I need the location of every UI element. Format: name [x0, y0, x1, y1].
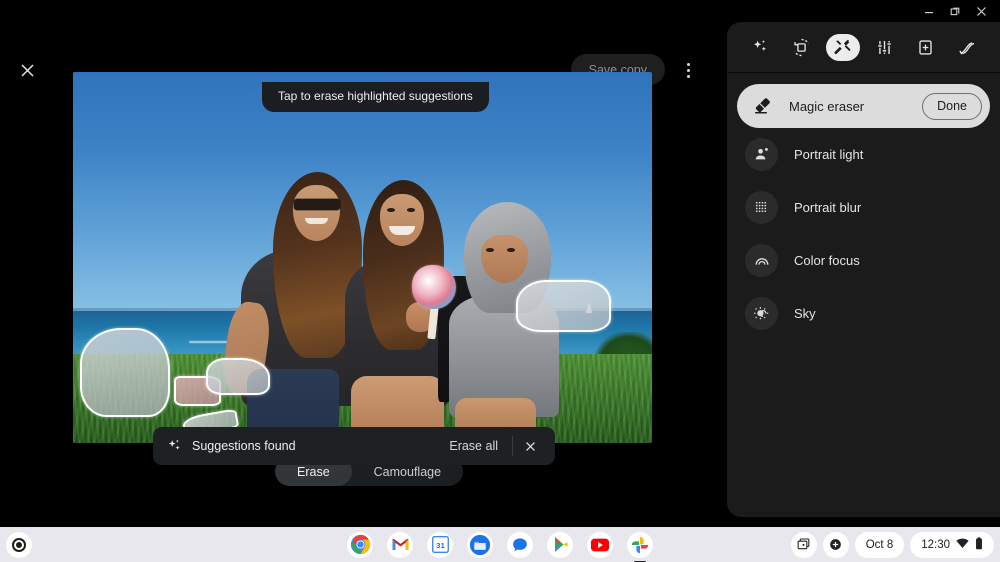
- photo-lollipop: [412, 265, 456, 310]
- tool-portrait-blur[interactable]: Portrait blur: [727, 181, 1000, 234]
- done-button[interactable]: Done: [922, 93, 982, 120]
- eraser-icon: [749, 93, 775, 119]
- shelf-app-gmail[interactable]: [387, 532, 413, 558]
- portrait-blur-icon: [745, 191, 778, 224]
- svg-text:31: 31: [436, 541, 445, 550]
- window-titlebar: [0, 0, 1000, 22]
- photo-subject-woman-mid-eye-left: [387, 208, 396, 212]
- tools-panel: Magic eraser Done Portrait light: [727, 22, 1000, 517]
- tab-crop[interactable]: [784, 34, 818, 61]
- suggestions-found-label: Suggestions found: [192, 439, 296, 453]
- suggestions-bar-divider: [512, 436, 513, 456]
- editor-toolbar: Save copy: [0, 22, 727, 74]
- erase-all-button[interactable]: Erase all: [449, 439, 498, 453]
- shelf-date[interactable]: Oct 8: [855, 532, 904, 558]
- sparkle-icon: [165, 437, 183, 455]
- launcher-icon[interactable]: [6, 532, 32, 558]
- chromeos-desktop: Save copy: [0, 0, 1000, 562]
- tab-markup[interactable]: [950, 34, 984, 61]
- photo-subject-woman-left-smile: [305, 218, 328, 224]
- minimize-icon[interactable]: [916, 0, 942, 22]
- photo-image: [73, 72, 652, 443]
- shelf-app-chat[interactable]: [507, 532, 533, 558]
- tab-suggestions[interactable]: [743, 34, 777, 61]
- tool-sky-label: Sky: [794, 306, 816, 321]
- tool-color-focus[interactable]: Color focus: [727, 234, 1000, 287]
- tab-filters[interactable]: [909, 34, 943, 61]
- tool-portrait-light-label: Portrait light: [794, 147, 863, 162]
- panel-tab-bar: [727, 22, 1000, 72]
- launcher-dot: [16, 542, 22, 548]
- shelf-app-list: 31: [347, 532, 653, 558]
- erase-suggestion-lying-person[interactable]: [206, 358, 270, 395]
- shelf-app-youtube[interactable]: [587, 532, 613, 558]
- photo-canvas[interactable]: [73, 72, 652, 443]
- maximize-icon[interactable]: [942, 0, 968, 22]
- shelf-app-play-store[interactable]: [547, 532, 573, 558]
- color-focus-icon: [745, 244, 778, 277]
- portrait-light-icon: [745, 138, 778, 171]
- more-options-icon[interactable]: [674, 55, 702, 85]
- photo-subject-woman-left-glasses: [294, 199, 340, 211]
- tool-sky[interactable]: Sky: [727, 287, 1000, 340]
- launcher-ring: [12, 538, 26, 552]
- photo-editor: Save copy: [0, 22, 727, 527]
- close-icon[interactable]: [968, 0, 994, 22]
- tool-color-focus-label: Color focus: [794, 253, 860, 268]
- screen-capture-icon[interactable]: [791, 532, 817, 558]
- tool-magic-eraser-active[interactable]: Magic eraser Done: [737, 84, 990, 128]
- panel-divider: [727, 72, 1000, 73]
- notification-icon[interactable]: [823, 532, 849, 558]
- shelf-status-tray[interactable]: 12:30: [910, 532, 994, 558]
- sky-icon: [745, 297, 778, 330]
- tab-tools[interactable]: [826, 34, 860, 61]
- shelf-app-calendar[interactable]: 31: [427, 532, 453, 558]
- erase-suggestion-seated-person-left[interactable]: [80, 328, 170, 417]
- dismiss-suggestions-icon[interactable]: [517, 433, 543, 459]
- wifi-icon: [956, 538, 969, 552]
- hint-toast: Tap to erase highlighted suggestions: [262, 82, 489, 112]
- battery-icon: [975, 537, 983, 553]
- suggestions-found-bar: Suggestions found Erase all: [153, 427, 555, 465]
- shelf-app-chrome[interactable]: [347, 532, 373, 558]
- chromeos-shelf: 31: [0, 527, 1000, 562]
- close-editor-button[interactable]: [12, 55, 42, 85]
- tool-magic-eraser-label: Magic eraser: [789, 99, 864, 114]
- shelf-time: 12:30: [921, 539, 950, 551]
- erase-suggestion-distant-people-right[interactable]: [516, 280, 612, 332]
- photo-subject-woman-mid-eye-right: [407, 208, 416, 212]
- tool-list: Magic eraser Done Portrait light: [727, 84, 1000, 340]
- shelf-status-area: Oct 8 12:30: [791, 532, 994, 558]
- shelf-app-files[interactable]: [467, 532, 493, 558]
- tool-portrait-blur-label: Portrait blur: [794, 200, 861, 215]
- tab-adjust[interactable]: [867, 34, 901, 61]
- shelf-app-photos[interactable]: [627, 532, 653, 558]
- tool-portrait-light[interactable]: Portrait light: [727, 128, 1000, 181]
